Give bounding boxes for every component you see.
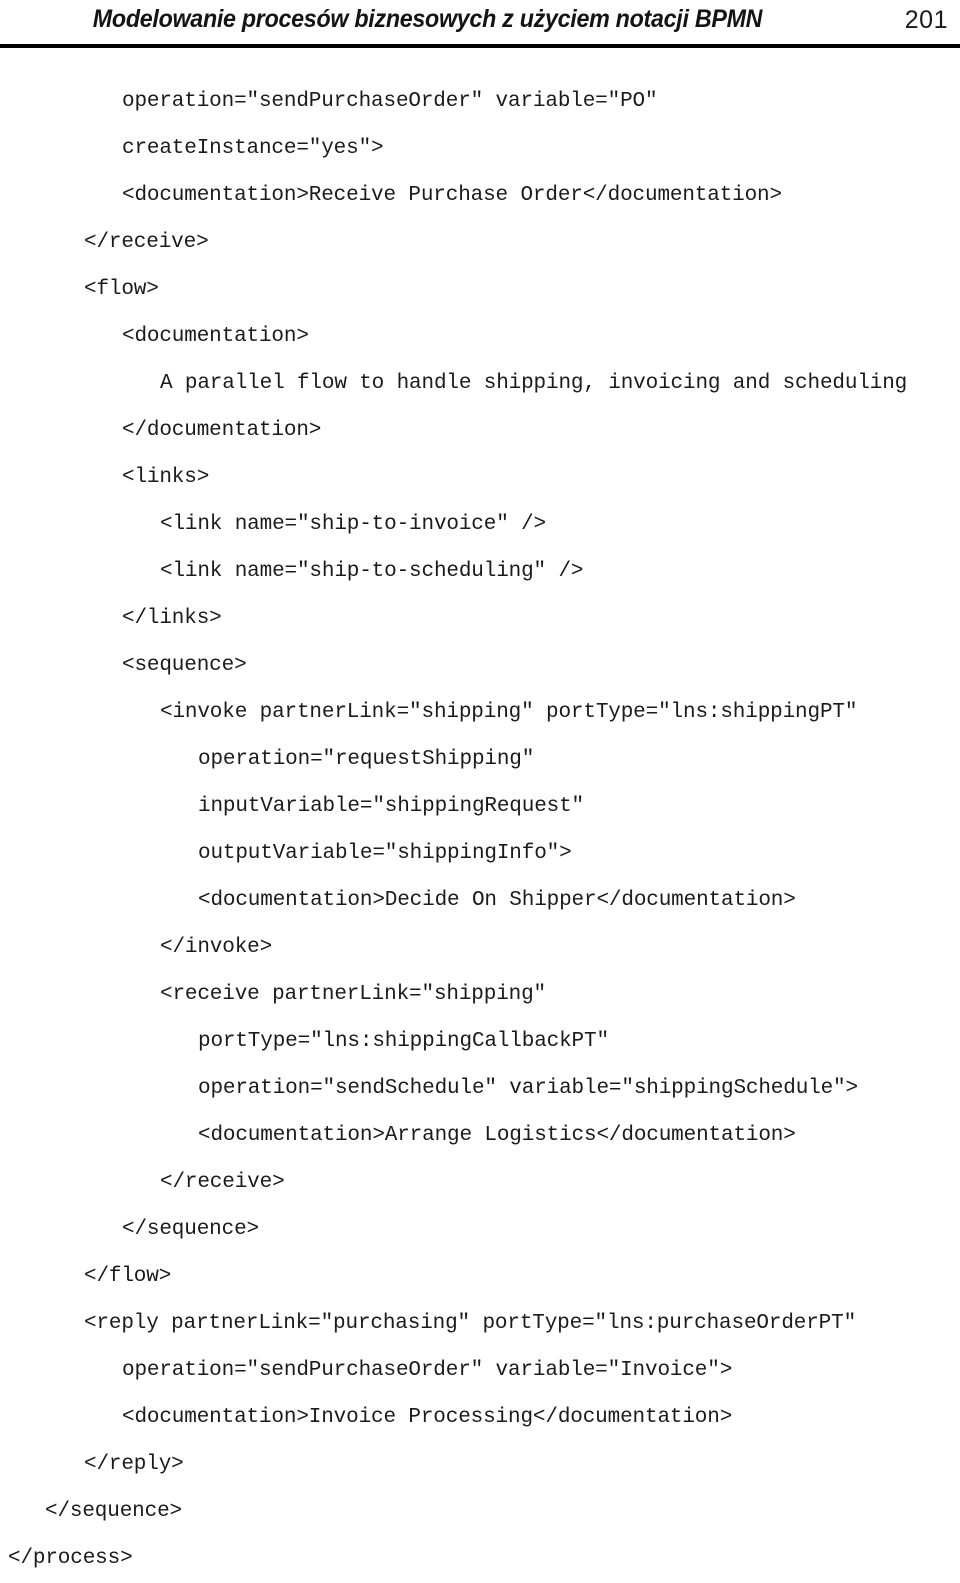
header-divider-rule xyxy=(0,44,960,48)
code-line: </invoke> xyxy=(160,936,273,959)
code-line: operation="requestShipping" xyxy=(198,748,535,771)
page-running-head: Modelowanie procesów biznesowych z użyci… xyxy=(0,0,960,48)
code-line: </flow> xyxy=(84,1265,172,1288)
code-line: </documentation> xyxy=(122,419,322,442)
code-line: <documentation>Arrange Logistics</docume… xyxy=(198,1124,796,1147)
code-line: <link name="ship-to-invoice" /> xyxy=(160,513,547,536)
code-line: operation="sendPurchaseOrder" variable="… xyxy=(122,90,658,113)
code-line: </links> xyxy=(122,607,222,630)
code-line: createInstance="yes"> xyxy=(122,137,384,160)
code-line: </receive> xyxy=(84,231,209,254)
code-line: operation="sendSchedule" variable="shipp… xyxy=(198,1077,858,1100)
code-line: </sequence> xyxy=(122,1218,259,1241)
page-number: 201 xyxy=(904,6,948,34)
code-line: <documentation>Receive Purchase Order</d… xyxy=(122,184,782,207)
code-line: </receive> xyxy=(160,1171,285,1194)
code-line: portType="lns:shippingCallbackPT" xyxy=(198,1030,609,1053)
code-line: A parallel flow to handle shipping, invo… xyxy=(160,372,908,395)
code-line: operation="sendPurchaseOrder" variable="… xyxy=(122,1359,733,1382)
code-line: <sequence> xyxy=(122,654,247,677)
code-line: <documentation>Decide On Shipper</docume… xyxy=(198,889,796,912)
code-line: <documentation>Invoice Processing</docum… xyxy=(122,1406,733,1429)
code-line: </process> xyxy=(8,1547,133,1570)
code-line: </sequence> xyxy=(45,1500,182,1523)
code-line: <links> xyxy=(122,466,210,489)
code-line: <receive partnerLink="shipping" xyxy=(160,983,547,1006)
code-line: inputVariable="shippingRequest" xyxy=(198,795,585,818)
code-line: <reply partnerLink="purchasing" portType… xyxy=(84,1312,857,1335)
code-listing: operation="sendPurchaseOrder" variable="… xyxy=(0,78,960,1582)
code-line: <invoke partnerLink="shipping" portType=… xyxy=(160,701,858,724)
code-line: outputVariable="shippingInfo"> xyxy=(198,842,572,865)
page-title: Modelowanie procesów biznesowych z użyci… xyxy=(92,5,763,33)
code-line: <flow> xyxy=(84,278,159,301)
code-line: </reply> xyxy=(84,1453,184,1476)
code-line: <link name="ship-to-scheduling" /> xyxy=(160,560,584,583)
code-line: <documentation> xyxy=(122,325,309,348)
